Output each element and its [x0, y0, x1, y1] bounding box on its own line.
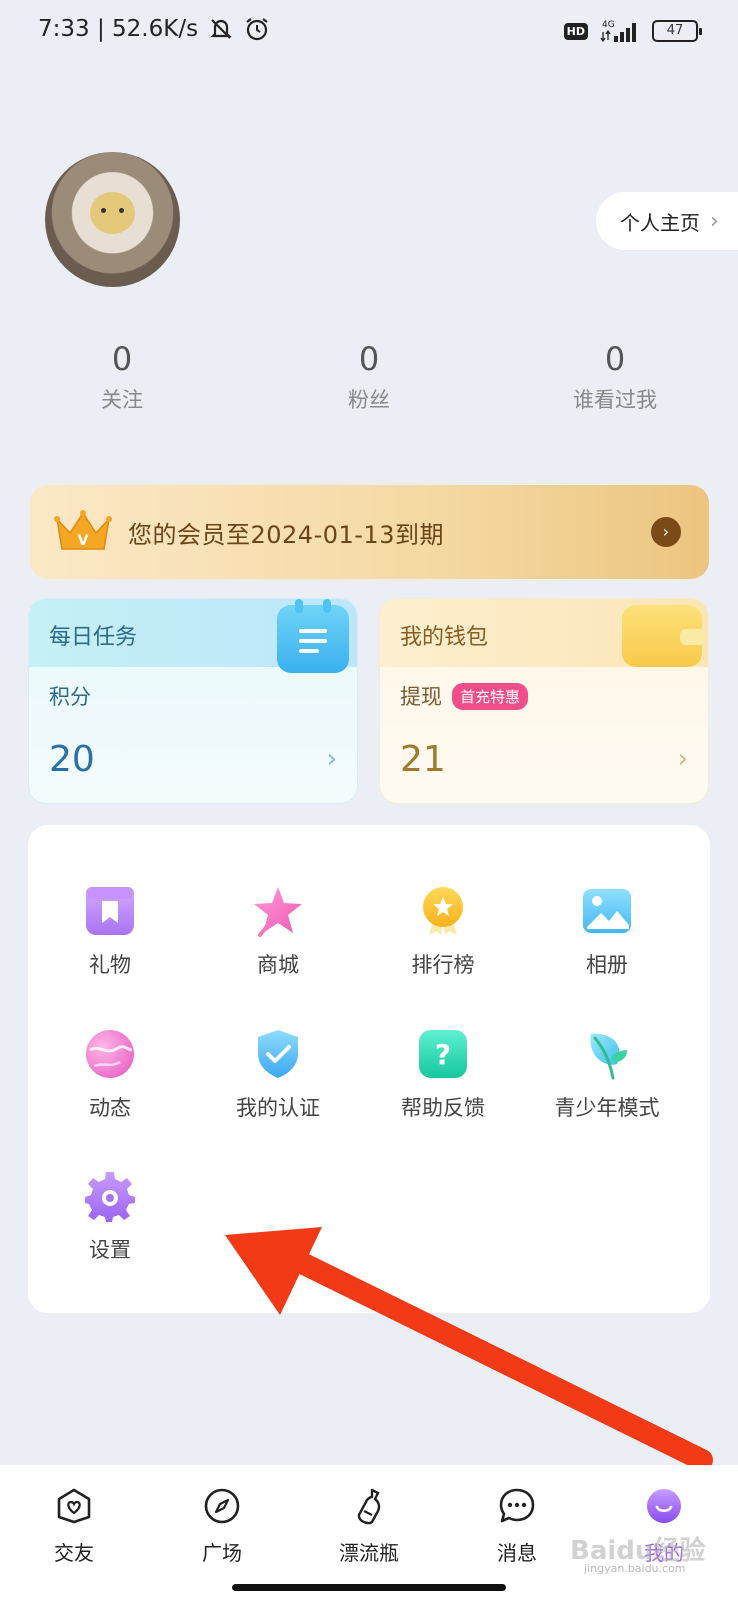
- vip-membership-banner[interactable]: V 您的会员至2024-01-13到期 ›: [30, 485, 709, 579]
- grid-label-album: 相册: [586, 953, 628, 977]
- home-indicator[interactable]: [232, 1584, 506, 1591]
- crown-icon: V: [54, 510, 112, 550]
- grid-item-gift[interactable]: 礼物: [28, 885, 192, 979]
- grid-label-gift: 礼物: [89, 953, 131, 977]
- grid-label-settings: 设置: [89, 1238, 131, 1262]
- stat-following-value: 0: [111, 340, 133, 378]
- medal-icon: [423, 887, 463, 935]
- first-recharge-badge: 首充特惠: [452, 682, 529, 710]
- grid-item-teen-mode[interactable]: 青少年模式: [525, 1028, 689, 1122]
- gear-icon: [85, 1172, 135, 1222]
- daily-task-card[interactable]: 每日任务 积分 20 ›: [28, 598, 358, 804]
- personal-homepage-label: 个人主页: [620, 210, 700, 235]
- message-icon: [499, 1488, 535, 1523]
- daily-task-title: 每日任务: [49, 625, 138, 650]
- alarm-icon: [246, 18, 268, 41]
- crown-letter: V: [78, 533, 89, 549]
- planet-icon: [86, 1030, 134, 1078]
- stat-visitors-label: 谁看过我: [573, 388, 657, 412]
- photo-icon: [583, 889, 631, 933]
- svg-text:4G: 4G: [602, 20, 615, 30]
- chevron-right-icon: ›: [326, 744, 337, 774]
- grid-label-verification: 我的认证: [236, 1096, 320, 1120]
- shield-check-icon: [258, 1030, 298, 1078]
- signal-icon: 4G: [600, 20, 636, 43]
- grid-label-teen-mode: 青少年模式: [554, 1096, 660, 1120]
- calendar-ring-left: [295, 599, 303, 613]
- withdraw-label: 提现: [400, 685, 442, 709]
- nav-item-bottle[interactable]: 漂流瓶: [309, 1487, 429, 1566]
- points-value: 20: [49, 739, 95, 780]
- stat-fans[interactable]: 0 粉丝: [269, 340, 469, 414]
- calendar-line-2: [299, 639, 327, 643]
- grid-label-moments: 动态: [89, 1096, 131, 1120]
- battery-indicator: 47: [652, 20, 702, 42]
- leaf-icon: [590, 1033, 627, 1080]
- status-left: 7:33 | 52.6K/s: [38, 16, 270, 42]
- nav-label-messages: 消息: [497, 1541, 537, 1565]
- nav-label-bottle: 漂流瓶: [339, 1541, 399, 1565]
- mute-bell-icon: [210, 19, 232, 39]
- avatar-plush-face: [90, 192, 135, 234]
- compass-icon: [204, 1488, 240, 1524]
- grid-label-help: 帮助反馈: [401, 1096, 485, 1120]
- stat-visitors[interactable]: 0 谁看过我: [515, 340, 715, 414]
- grid-item-mall[interactable]: 商城: [196, 885, 360, 979]
- stat-visitors-value: 0: [604, 340, 626, 378]
- grid-item-settings[interactable]: 设置: [28, 1170, 192, 1264]
- wallet-clasp: [680, 629, 706, 645]
- grid-label-mall: 商城: [257, 953, 299, 977]
- calendar-line-1: [299, 629, 327, 633]
- points-label-text: 积分: [49, 685, 91, 709]
- svg-text:?: ?: [435, 1038, 451, 1071]
- chevron-right-icon: ›: [677, 744, 688, 774]
- status-bar: 7:33 | 52.6K/s HD 4G 47: [0, 0, 738, 70]
- grid-label-ranking: 排行榜: [411, 953, 475, 977]
- nav-item-square[interactable]: 广场: [162, 1487, 282, 1566]
- watermark-sub: jingyan.baidu.com: [584, 1562, 686, 1575]
- gift-icon: [86, 887, 134, 935]
- status-time-speed: 7:33 | 52.6K/s: [38, 16, 199, 42]
- grid-item-verification[interactable]: 我的认证: [196, 1028, 360, 1122]
- nav-label-square: 广场: [202, 1541, 242, 1565]
- wallet-icon: [622, 605, 706, 667]
- profile-face-icon: [647, 1489, 681, 1523]
- grid-item-help[interactable]: ? 帮助反馈: [361, 1028, 525, 1122]
- grid-item-ranking[interactable]: 排行榜: [361, 885, 525, 979]
- nav-label-dating: 交友: [54, 1541, 94, 1565]
- heart-chat-icon: [57, 1488, 91, 1524]
- star-icon: [254, 887, 302, 937]
- help-icon: ?: [419, 1030, 467, 1078]
- feature-grid-panel: 礼物 商城 排行榜 相册 动态 我的认证 ? 帮助反馈 青少年模式 设置: [28, 825, 710, 1313]
- stat-fans-value: 0: [358, 340, 380, 378]
- avatar-eye-left: [101, 208, 106, 213]
- stat-fans-label: 粉丝: [348, 388, 390, 412]
- grid-item-album[interactable]: 相册: [525, 885, 689, 979]
- wallet-title: 我的钱包: [400, 625, 489, 650]
- hd-badge: HD: [563, 22, 588, 40]
- calendar-icon: [277, 599, 349, 673]
- points-label: 积分: [49, 681, 91, 711]
- calendar-line-3: [299, 649, 319, 653]
- chevron-right-icon: ›: [710, 208, 719, 234]
- nav-item-messages[interactable]: 消息: [457, 1487, 577, 1566]
- wallet-value: 21: [400, 739, 446, 780]
- vip-expiry-text: 您的会员至2024-01-13到期: [128, 520, 444, 549]
- bottle-icon: [357, 1488, 381, 1525]
- stat-following[interactable]: 0 关注: [22, 340, 222, 414]
- chevron-right-circle-icon: ›: [651, 517, 681, 547]
- grid-item-moments[interactable]: 动态: [28, 1028, 192, 1122]
- stat-following-label: 关注: [101, 388, 143, 412]
- withdraw-row: 提现 首充特惠: [400, 681, 529, 711]
- personal-homepage-button[interactable]: 个人主页 ›: [596, 192, 738, 250]
- status-right: HD 4G 47: [563, 18, 702, 44]
- avatar-eye-right: [119, 208, 124, 213]
- wallet-card[interactable]: 我的钱包 提现 首充特惠 21 ›: [379, 598, 709, 804]
- calendar-ring-right: [323, 599, 331, 613]
- nav-item-dating[interactable]: 交友: [14, 1487, 134, 1566]
- avatar[interactable]: [45, 152, 180, 287]
